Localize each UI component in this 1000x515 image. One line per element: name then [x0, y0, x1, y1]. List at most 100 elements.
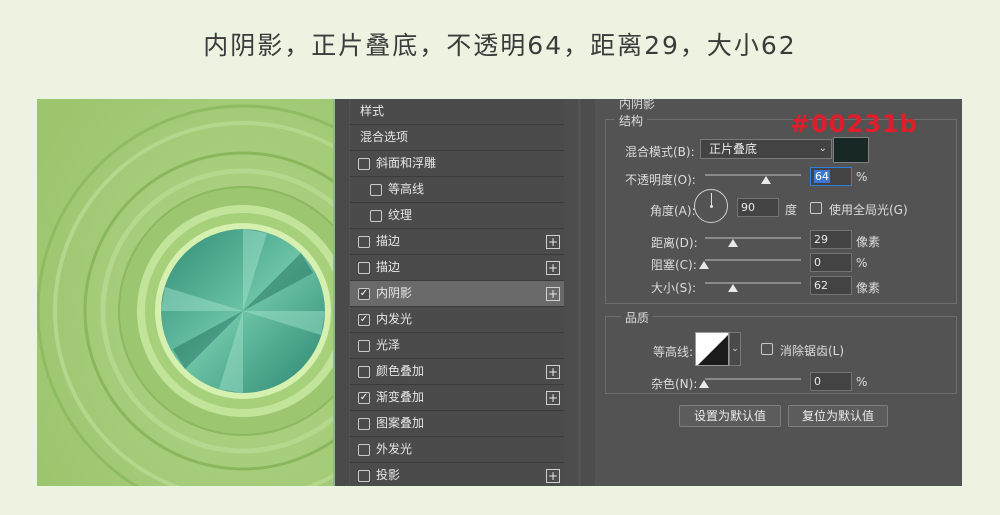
contour-curve-icon [698, 335, 728, 365]
size-slider-thumb[interactable] [728, 284, 738, 292]
style-checkbox[interactable]: ✓ [358, 392, 370, 404]
choke-label: 阻塞(C): [651, 258, 697, 272]
style-list-item[interactable]: 图案叠加 [350, 411, 564, 437]
opacity-slider-thumb[interactable] [761, 176, 771, 184]
structure-title: 结构 [615, 112, 648, 129]
style-list-item[interactable]: ✓ 内发光 [350, 307, 564, 333]
choke-unit: % [856, 256, 868, 270]
choke-slider-track[interactable] [705, 259, 801, 261]
add-icon[interactable]: + [546, 469, 560, 483]
concentric-rings-art [37, 99, 333, 486]
choke-slider-thumb[interactable] [699, 261, 709, 269]
add-icon[interactable]: + [546, 365, 560, 379]
style-list-item[interactable]: 描边 + [350, 229, 564, 255]
style-checkbox[interactable] [358, 236, 370, 248]
style-list-label: 斜面和浮雕 [376, 156, 437, 170]
noise-label: 杂色(N): [651, 377, 698, 391]
antialias-label: 消除锯齿(L) [780, 344, 845, 358]
angle-input[interactable]: 90 [737, 198, 779, 217]
global-light-checkbox[interactable] [810, 202, 822, 214]
distance-slider-track[interactable] [705, 237, 801, 239]
style-list-label: 描边 [376, 260, 401, 274]
style-checkbox[interactable] [358, 444, 370, 456]
size-input[interactable]: 62 [810, 276, 852, 295]
distance-unit: 像素 [856, 235, 881, 249]
add-icon[interactable]: + [546, 261, 560, 275]
noise-unit: % [856, 375, 868, 389]
opacity-label: 不透明度(O): [625, 173, 696, 187]
style-list-label: 渐变叠加 [376, 390, 425, 404]
style-checkbox[interactable]: ✓ [358, 314, 370, 326]
style-checkbox[interactable] [358, 158, 370, 170]
page-title: 内阴影，正片叠底，不透明64，距离29，大小62 [203, 31, 797, 60]
style-list-item[interactable]: 描边 + [350, 255, 564, 281]
style-list-label: 颜色叠加 [376, 364, 425, 378]
add-icon[interactable]: + [546, 235, 560, 249]
style-checkbox[interactable] [358, 262, 370, 274]
style-list-label: 等高线 [388, 182, 425, 196]
style-checkbox[interactable] [358, 418, 370, 430]
opacity-slider-track[interactable] [705, 174, 801, 176]
reset-default-button[interactable]: 复位为默认值 [788, 405, 888, 427]
style-list-item[interactable]: ✓ 渐变叠加 + [350, 385, 564, 411]
style-checkbox[interactable] [358, 340, 370, 352]
opacity-input[interactable]: 64 [810, 167, 852, 186]
dialog-divider [333, 99, 349, 486]
style-checkbox[interactable]: ✓ [358, 288, 370, 300]
style-checkbox[interactable] [358, 470, 370, 482]
antialias-checkbox[interactable] [761, 343, 773, 355]
list-scrollbar[interactable] [564, 99, 578, 486]
style-checkbox[interactable] [370, 210, 382, 222]
angle-dial[interactable] [694, 189, 728, 223]
style-list-item[interactable]: 投影 + [350, 463, 564, 486]
opacity-unit: % [856, 170, 868, 184]
style-list-label: 样式 [360, 104, 385, 118]
section-title: 内阴影 [619, 99, 656, 111]
hex-color-annotation: #00231b [790, 110, 918, 138]
style-list-label: 内阴影 [376, 286, 413, 300]
distance-input[interactable]: 29 [810, 230, 852, 249]
noise-slider-track[interactable] [705, 378, 801, 380]
style-list-label: 混合选项 [360, 130, 409, 144]
style-list-label: 外发光 [376, 442, 413, 456]
style-list-item[interactable]: 颜色叠加 + [350, 359, 564, 385]
size-unit: 像素 [856, 281, 881, 295]
distance-slider-thumb[interactable] [728, 239, 738, 247]
panel-scrollbar[interactable] [581, 99, 595, 486]
noise-slider-thumb[interactable] [699, 380, 709, 388]
layer-style-dialog: 样式 混合选项 斜面和浮雕 等高线 纹理 描边 + 描边 + ✓ 内阴影 + ✓ 内发光 光泽 颜色叠加 + ✓ 渐… [333, 99, 962, 486]
style-list-item[interactable]: ✓ 内阴影 + [350, 281, 564, 307]
angle-unit: 度 [785, 203, 798, 217]
style-checkbox[interactable] [370, 184, 382, 196]
style-list-item[interactable]: 样式 [350, 99, 564, 125]
style-list-item[interactable]: 光泽 [350, 333, 564, 359]
distance-label: 距离(D): [651, 236, 698, 250]
add-icon[interactable]: + [546, 287, 560, 301]
style-list-label: 投影 [376, 468, 401, 482]
inner-shadow-panel: 内阴影 结构 混合模式(B): 正片叠底 ⌄ 不透明度(O): 64 % 角度(… [595, 99, 962, 486]
style-list-label: 图案叠加 [376, 416, 425, 430]
add-icon[interactable]: + [546, 391, 560, 405]
shadow-color-swatch[interactable] [833, 137, 869, 163]
style-checkbox[interactable] [358, 366, 370, 378]
blend-mode-select[interactable]: 正片叠底 ⌄ [700, 139, 832, 159]
artwork-preview [37, 99, 333, 486]
chevron-down-icon: ⌄ [818, 143, 827, 154]
blend-mode-value: 正片叠底 [709, 142, 758, 156]
choke-input[interactable]: 0 [810, 253, 852, 272]
noise-input[interactable]: 0 [810, 372, 852, 391]
set-default-button[interactable]: 设置为默认值 [679, 405, 781, 427]
contour-preview[interactable] [695, 332, 729, 366]
size-label: 大小(S): [651, 281, 697, 295]
style-list-item[interactable]: 外发光 [350, 437, 564, 463]
style-list-label: 内发光 [376, 312, 413, 326]
style-list: 样式 混合选项 斜面和浮雕 等高线 纹理 描边 + 描边 + ✓ 内阴影 + ✓ 内发光 光泽 颜色叠加 + ✓ 渐… [350, 99, 564, 486]
style-list-item[interactable]: 混合选项 [350, 125, 564, 151]
contour-dropdown[interactable]: ⌄ [729, 332, 741, 366]
style-list-item[interactable]: 纹理 [350, 203, 564, 229]
style-list-label: 光泽 [376, 338, 401, 352]
style-list-label: 纹理 [388, 208, 413, 222]
style-list-item[interactable]: 等高线 [350, 177, 564, 203]
style-list-item[interactable]: 斜面和浮雕 [350, 151, 564, 177]
size-slider-track[interactable] [705, 282, 801, 284]
